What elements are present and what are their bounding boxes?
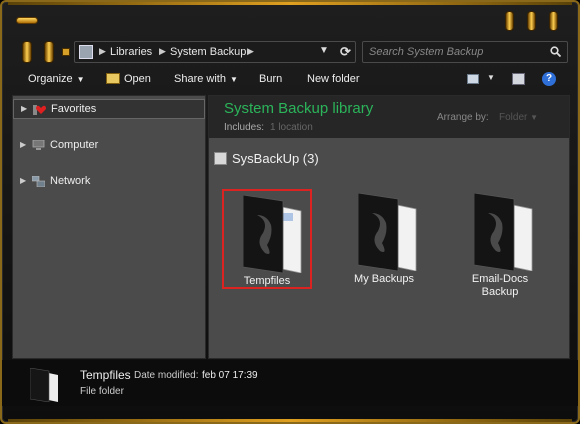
nav-item-network[interactable]: ▶ Network [13, 172, 205, 192]
chevron-down-icon[interactable]: ▼ [487, 73, 495, 82]
library-title: System Backup library [224, 100, 374, 117]
minimize-button[interactable] [505, 11, 514, 31]
expand-icon[interactable]: ▶ [20, 140, 26, 149]
address-bar[interactable]: ▶ Libraries ▶ System Backup ▶ ▼ ⟳ [74, 41, 356, 63]
content-pane: System Backup library Includes: 1 locati… [208, 95, 570, 359]
breadcrumb-system-backup[interactable]: System Backup [170, 46, 246, 58]
includes-locations-link[interactable]: 1 location [270, 122, 313, 133]
libraries-icon [79, 45, 93, 59]
details-date-value: feb 07 17:39 [202, 370, 258, 381]
folder-icon [474, 193, 533, 271]
nav-label-computer: Computer [50, 139, 99, 151]
group-header[interactable]: SysBackUp (3) [232, 151, 319, 166]
organize-button[interactable]: Organize ▼ [28, 73, 85, 85]
folder-label: My Backups [354, 273, 414, 285]
help-icon[interactable]: ? [542, 72, 556, 86]
title-bar [2, 2, 578, 38]
search-box[interactable]: Search System Backup [362, 41, 568, 63]
expand-icon[interactable]: ▶ [21, 104, 27, 113]
includes-label: Includes: [224, 122, 265, 133]
share-with-button[interactable]: Share with ▼ [174, 73, 238, 85]
arrange-by-label: Arrange by: [437, 112, 489, 123]
explorer-window: ▶ Libraries ▶ System Backup ▶ ▼ ⟳ Search… [0, 0, 580, 424]
window-bottom-edge [8, 419, 572, 422]
chevron-down-icon: ▼ [76, 75, 85, 84]
nav-item-computer[interactable]: ▶ Computer [13, 136, 205, 156]
folder-label-line1: Email-Docs [471, 273, 529, 285]
share-with-label: Share with [174, 73, 226, 85]
folder-item[interactable]: My Backups [339, 189, 429, 289]
arrange-by-value: Folder [499, 112, 528, 123]
folder-label: Tempfiles [243, 275, 291, 287]
folder-thumbnail-icon [30, 368, 58, 402]
search-icon[interactable] [550, 46, 561, 57]
details-date-label: Date modified: [134, 370, 199, 381]
expand-icon[interactable]: ▶ [20, 176, 26, 185]
folder-icon [358, 193, 417, 271]
favorites-icon [33, 105, 46, 115]
address-dropdown-icon[interactable]: ▼ [319, 45, 329, 56]
details-item-name: Tempfiles [80, 368, 131, 382]
folder-item[interactable]: Email-Docs Backup [455, 189, 545, 298]
folder-label-line2: Backup [481, 286, 519, 298]
nav-label-network: Network [50, 175, 91, 187]
window-menu-icon[interactable] [16, 17, 38, 24]
nav-label-favorites: Favorites [51, 103, 97, 115]
details-pane: Tempfiles Date modified: feb 07 17:39 Fi… [2, 360, 578, 406]
chevron-right-icon[interactable]: ▶ [99, 46, 106, 57]
library-header: System Backup library Includes: 1 locati… [209, 96, 569, 138]
folder-item[interactable]: Tempfiles [222, 189, 312, 289]
address-row: ▶ Libraries ▶ System Backup ▶ ▼ ⟳ Search… [2, 40, 578, 64]
chevron-down-icon: ▼ [229, 75, 238, 84]
nav-item-favorites[interactable]: ▶ Favorites [13, 99, 205, 119]
folder-label: Email-Docs Backup [455, 273, 545, 299]
chevron-down-icon: ▼ [530, 113, 539, 122]
burn-button[interactable]: Burn [259, 73, 282, 85]
change-view-icon[interactable] [467, 74, 479, 84]
back-button[interactable] [22, 41, 32, 63]
command-bar: Organize ▼ Open Share with ▼ Burn New fold… [2, 68, 578, 90]
chevron-right-icon[interactable]: ▶ [247, 46, 254, 57]
arrange-by-dropdown[interactable]: Folder ▼ [499, 112, 538, 123]
forward-button[interactable] [44, 41, 54, 63]
details-item-type: File folder [80, 386, 124, 397]
open-button[interactable]: Open [124, 73, 151, 85]
computer-icon [32, 140, 45, 150]
group-checkbox[interactable] [214, 152, 227, 165]
maximize-button[interactable] [527, 11, 536, 31]
close-button[interactable] [549, 11, 558, 31]
navigation-pane: ▶ Favorites ▶ Computer ▶ Network [12, 95, 206, 359]
folder-icon [243, 195, 302, 273]
chevron-right-icon[interactable]: ▶ [159, 46, 166, 57]
new-folder-button[interactable]: New folder [307, 73, 360, 85]
organize-label: Organize [28, 73, 73, 85]
network-icon [32, 176, 45, 187]
preview-pane-icon[interactable] [512, 73, 525, 85]
recent-pages-button[interactable] [62, 48, 70, 56]
breadcrumb-libraries[interactable]: Libraries [110, 46, 152, 58]
open-icon [106, 73, 120, 84]
search-input[interactable]: Search System Backup [369, 46, 483, 58]
refresh-icon[interactable]: ⟳ [340, 44, 351, 60]
